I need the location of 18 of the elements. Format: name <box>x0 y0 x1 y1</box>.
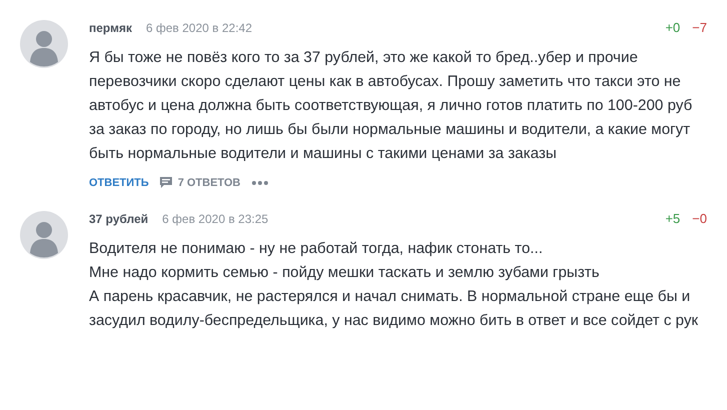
downvote-count[interactable]: −0 <box>692 211 707 226</box>
avatar-icon <box>20 20 68 68</box>
comment-text: Мне надо кормить семью - пойду мешки таскать и землю зубами грызть <box>89 263 600 283</box>
avatar-icon <box>20 211 68 259</box>
downvote-count[interactable]: −7 <box>692 20 707 35</box>
comment-icon <box>158 176 173 189</box>
comment-text: Я бы тоже не повёз кого то за 37 рублей, это же какой то бред..убер и прочие перевозчики скоро сделают цены как в автобусах. Прошу заметить что такси это не автобус и цена должна быть соответствующая, я лично готов платить по 100-200 руб за заказ по городу, но лишь бы были нормальные машины и водители, а какие могут быть нормальные водители и машины с такими ценами за заказы <box>89 48 694 164</box>
upvote-count[interactable]: +5 <box>665 211 680 226</box>
reply-link[interactable]: ОТВЕТИТЬ <box>89 176 149 188</box>
upvote-count[interactable]: +0 <box>665 20 680 35</box>
comment-text: Водителя не понимаю - ну не работай тогда, нафик стонать то... <box>89 239 544 259</box>
replies-link[interactable]: 7 ОТВЕТОВ <box>158 176 240 189</box>
author-name[interactable]: пермяк <box>89 21 132 35</box>
more-icon[interactable] <box>250 180 268 186</box>
comment-date: 6 фев 2020 в 22:42 <box>146 21 252 35</box>
author-name[interactable]: 37 рублей <box>89 212 148 226</box>
comment-date: 6 фев 2020 в 23:25 <box>162 212 268 226</box>
comment-text: А парень красавчик, не растерялся и начал снимать. В нормальной стране еще бы и засудил водилу-беспредельщика, у нас видимо можно бить в ответ и все сойдет с рук <box>89 287 700 331</box>
